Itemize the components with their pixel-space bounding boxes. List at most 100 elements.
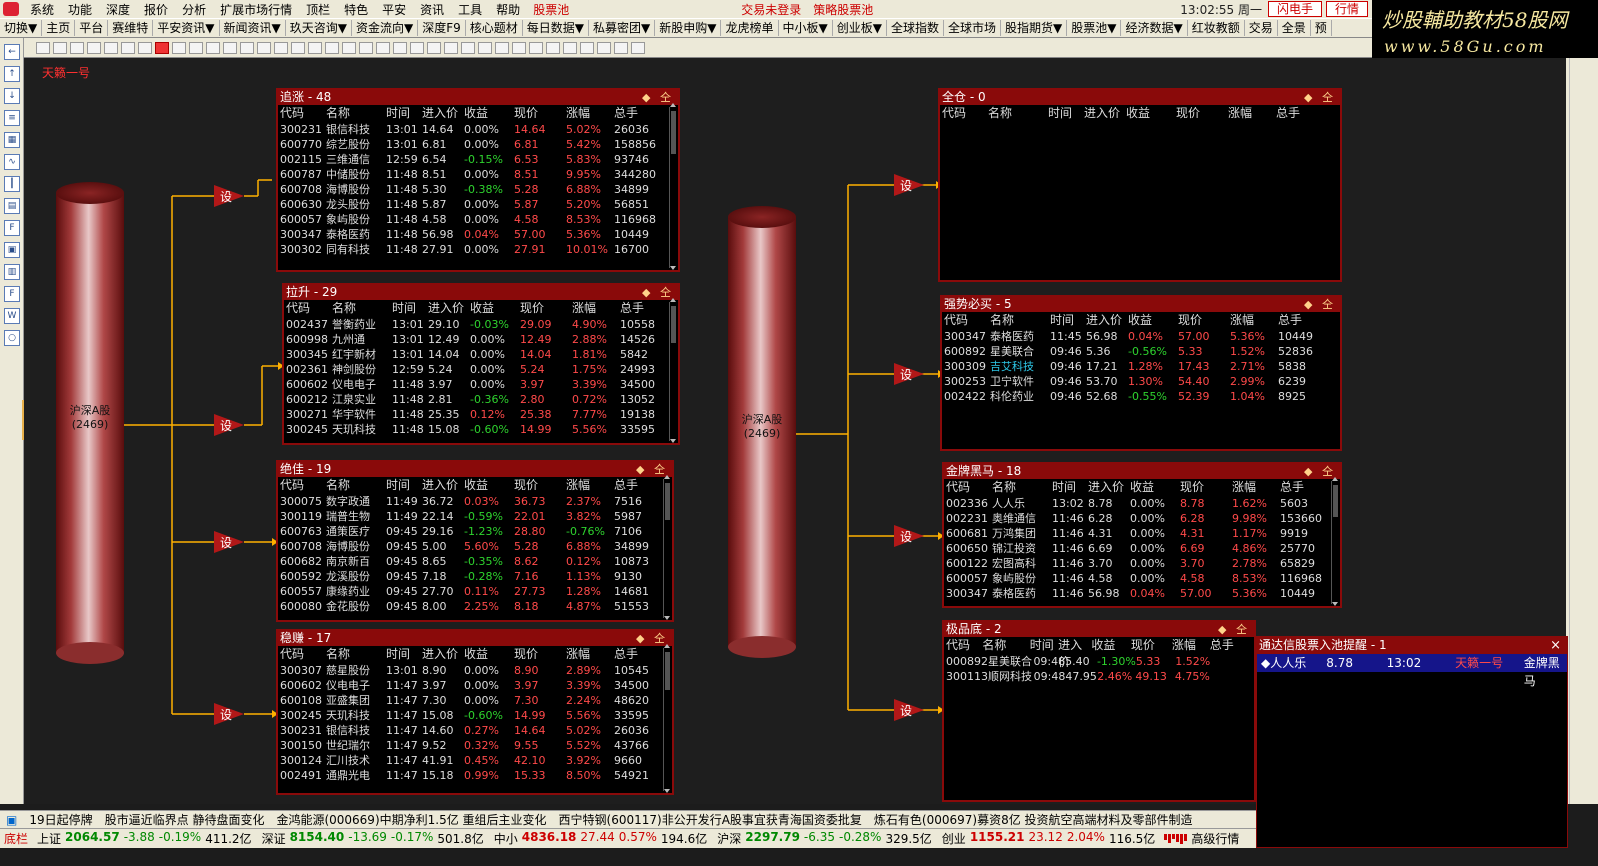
ticker-item[interactable]: 炼石有色(000697)募资8亿 投资航空高端材料及零部件制造: [868, 811, 1199, 828]
topbar-item[interactable]: 红妆教额: [1188, 20, 1245, 36]
table-row[interactable]: 300119 瑞普生物 11:49 22.14 -0.59% 22.01 3.82% 5987: [280, 509, 672, 524]
table-row[interactable]: 600057 象屿股份 11:46 4.58 0.00% 4.58 8.53% 116968: [946, 571, 1340, 586]
wave-icon[interactable]: W: [4, 308, 20, 324]
topbar-item[interactable]: 股指期货▼: [1001, 20, 1068, 36]
column-header-cell[interactable]: 收益: [1126, 105, 1176, 122]
panel-scrollbar[interactable]: [1331, 477, 1338, 606]
news-icon[interactable]: ▤: [4, 198, 20, 214]
table-row[interactable]: 002336 人人乐 13:02 8.78 0.00% 8.78 1.62% 5603: [946, 496, 1340, 511]
column-header-cell[interactable]: 代码: [286, 300, 332, 317]
stock-pool-menu[interactable]: 股票池: [527, 1, 575, 18]
tool-icon[interactable]: [478, 41, 492, 54]
column-header-cell[interactable]: 收益: [1091, 637, 1130, 654]
menu-item-function[interactable]: 功能: [61, 1, 99, 18]
column-header-cell[interactable]: 时间: [392, 300, 428, 317]
table-row[interactable]: 000892 星美联合 09:48 5.40 -1.30% 5.33 1.52%: [946, 654, 1254, 669]
tool-icon[interactable]: [410, 41, 424, 54]
tool-icon[interactable]: [172, 41, 186, 54]
column-header-cell[interactable]: 代码: [942, 105, 988, 122]
column-header-cell[interactable]: 总手: [1210, 637, 1254, 654]
column-header-cell[interactable]: 进入价: [428, 300, 470, 317]
column-header-cell[interactable]: 涨幅: [1228, 105, 1276, 122]
menu-item-pingan[interactable]: 平安: [375, 1, 413, 18]
topbar-item[interactable]: 中小板▼: [779, 20, 833, 36]
topbar-item[interactable]: 平台: [75, 20, 109, 36]
column-header-cell[interactable]: 代码: [944, 312, 990, 329]
tool-icon[interactable]: [546, 41, 560, 54]
table-row[interactable]: 600682 南京新百 09:45 8.65 -0.35% 8.62 0.12% 10873: [280, 554, 672, 569]
filter-node[interactable]: 设: [214, 414, 244, 436]
column-header-cell[interactable]: 进入价: [422, 477, 464, 494]
column-header-cell[interactable]: 时间: [1048, 105, 1084, 122]
column-header-cell[interactable]: 总手: [614, 477, 670, 494]
column-header-cell[interactable]: 名称: [982, 637, 1029, 654]
table-row[interactable]: 600057 象屿股份 11:48 4.58 0.00% 4.58 8.53% 116968: [280, 212, 678, 227]
column-header-cell[interactable]: 收益: [1128, 312, 1178, 329]
index-sz[interactable]: 深证 8154.40 -13.69 -0.17% 501.8亿: [257, 830, 489, 847]
column-header-cell[interactable]: 名称: [332, 300, 392, 317]
table-row[interactable]: 300113 顺网科技 09:48 47.95 2.46% 49.13 4.75%: [946, 669, 1254, 684]
tool-icon[interactable]: [597, 41, 611, 54]
menu-item-news[interactable]: 资讯: [413, 1, 451, 18]
stop-icon[interactable]: [138, 41, 152, 54]
new-icon[interactable]: [36, 41, 50, 54]
topbar-item[interactable]: 全景: [1278, 20, 1311, 36]
tool-icon[interactable]: [274, 41, 288, 54]
grid-icon[interactable]: ▦: [4, 132, 20, 148]
column-header-cell[interactable]: 涨幅: [1230, 312, 1278, 329]
menu-item-special[interactable]: 特色: [337, 1, 375, 18]
table-row[interactable]: 600080 金花股份 09:45 8.00 2.25% 8.18 4.87% 51553: [280, 599, 672, 614]
tool-icon[interactable]: [206, 41, 220, 54]
source-cylinder-right[interactable]: 沪深A股 (2469): [728, 206, 796, 658]
stock-pool-panel[interactable]: 金牌黑马 - 18 ◆ 仝代码 名称 时间 进入价 收益 现价 涨幅 总手 002336 人人乐 13…: [942, 462, 1342, 608]
topbar-item[interactable]: 预: [1311, 20, 1332, 36]
table-row[interactable]: 300271 华宇软件 11:48 25.35 0.12% 25.38 7.77% 19138: [286, 407, 678, 422]
menu-item-ext-market[interactable]: 扩展市场行情: [213, 1, 299, 18]
column-header-cell[interactable]: 进入价: [1086, 312, 1128, 329]
table-row[interactable]: 300231 银信科技 13:01 14.64 0.00% 14.64 5.02% 26036: [280, 122, 678, 137]
panel-scrollbar[interactable]: [669, 103, 676, 270]
tool-icon[interactable]: [580, 41, 594, 54]
column-header-cell[interactable]: 现价: [514, 477, 566, 494]
alert-row[interactable]: ◆人人乐 8.78 13:02 天籁一号 金牌黑马: [1257, 654, 1567, 688]
table-row[interactable]: 600592 龙溪股份 09:45 7.18 -0.28% 7.16 1.13% 9130: [280, 569, 672, 584]
filter-node[interactable]: 设: [214, 185, 244, 207]
column-header-cell[interactable]: 现价: [514, 105, 566, 122]
circle-icon[interactable]: ○: [4, 330, 20, 346]
topbar-item[interactable]: 深度F9: [418, 20, 466, 36]
column-header-cell[interactable]: 代码: [280, 105, 326, 122]
back-icon[interactable]: ←: [4, 44, 20, 60]
tool-icon[interactable]: [393, 41, 407, 54]
table-row[interactable]: 002437 誉衡药业 13:01 29.10 -0.03% 29.09 4.90% 1055…: [286, 317, 678, 332]
column-header-cell[interactable]: 代码: [280, 477, 326, 494]
topbar-item[interactable]: 玖天咨询▼: [286, 20, 352, 36]
tool-icon[interactable]: [291, 41, 305, 54]
column-header-cell[interactable]: 涨幅: [566, 477, 614, 494]
table-row[interactable]: 300150 世纪瑞尔 11:47 9.52 0.32% 9.55 5.52% 43766: [280, 738, 672, 753]
panel-pin-icon[interactable]: ◆ 仝: [1304, 297, 1336, 312]
table-row[interactable]: 300245 天玑科技 11:48 15.08 -0.60% 14.99 5.56% 3359…: [286, 422, 678, 437]
ticker-item[interactable]: 19日起停牌: [23, 811, 98, 828]
table-row[interactable]: 600763 通策医疗 09:45 29.16 -1.23% 28.80 -0.76% 710…: [280, 524, 672, 539]
stock-pool-panel[interactable]: 拉升 - 29 ◆ 仝代码 名称 时间 进入价 收益 现价 涨幅 总手 002437 誉衡药业 13:…: [282, 283, 680, 445]
table-row[interactable]: 002361 神剑股份 12:59 5.24 0.00% 5.24 1.75% 24993: [286, 362, 678, 377]
topbar-item[interactable]: 平安资讯▼: [153, 20, 220, 36]
filter-node[interactable]: 设: [214, 531, 244, 553]
report-icon[interactable]: ▣: [4, 242, 20, 258]
table-row[interactable]: 300309 吉艾科技 09:46 17.21 1.28% 17.43 2.71% 5838: [944, 359, 1340, 374]
column-header-cell[interactable]: 总手: [1276, 105, 1332, 122]
topbar-item[interactable]: 经济数据▼: [1121, 20, 1188, 36]
column-header-cell[interactable]: 涨幅: [1232, 479, 1280, 496]
table-row[interactable]: 600122 宏图高科 11:46 3.70 0.00% 3.70 2.78% 65829: [946, 556, 1340, 571]
table-row[interactable]: 002115 三维通信 12:59 6.54 -0.15% 6.53 5.83% 93746: [280, 152, 678, 167]
open-icon[interactable]: [53, 41, 67, 54]
table-row[interactable]: 300345 红宇新材 13:01 14.04 0.00% 14.04 1.81% 5842: [286, 347, 678, 362]
strategy-pool-link[interactable]: 策略股票池: [807, 1, 879, 18]
tool-icon[interactable]: [495, 41, 509, 54]
up-icon[interactable]: ↑: [4, 66, 20, 82]
column-header-cell[interactable]: 收益: [1130, 479, 1180, 496]
down-icon[interactable]: ↓: [4, 88, 20, 104]
ticker-item[interactable]: 金鸿能源(000669)中期净利1.5亿 重组后主业变化: [270, 811, 552, 828]
stock-pool-panel[interactable]: 极品底 - 2 ◆ 仝代码 名称 时间 进入价 收益 现价 涨幅 总手 000892 星美联合 09:…: [942, 620, 1256, 802]
panel-scrollbar[interactable]: [669, 298, 676, 443]
